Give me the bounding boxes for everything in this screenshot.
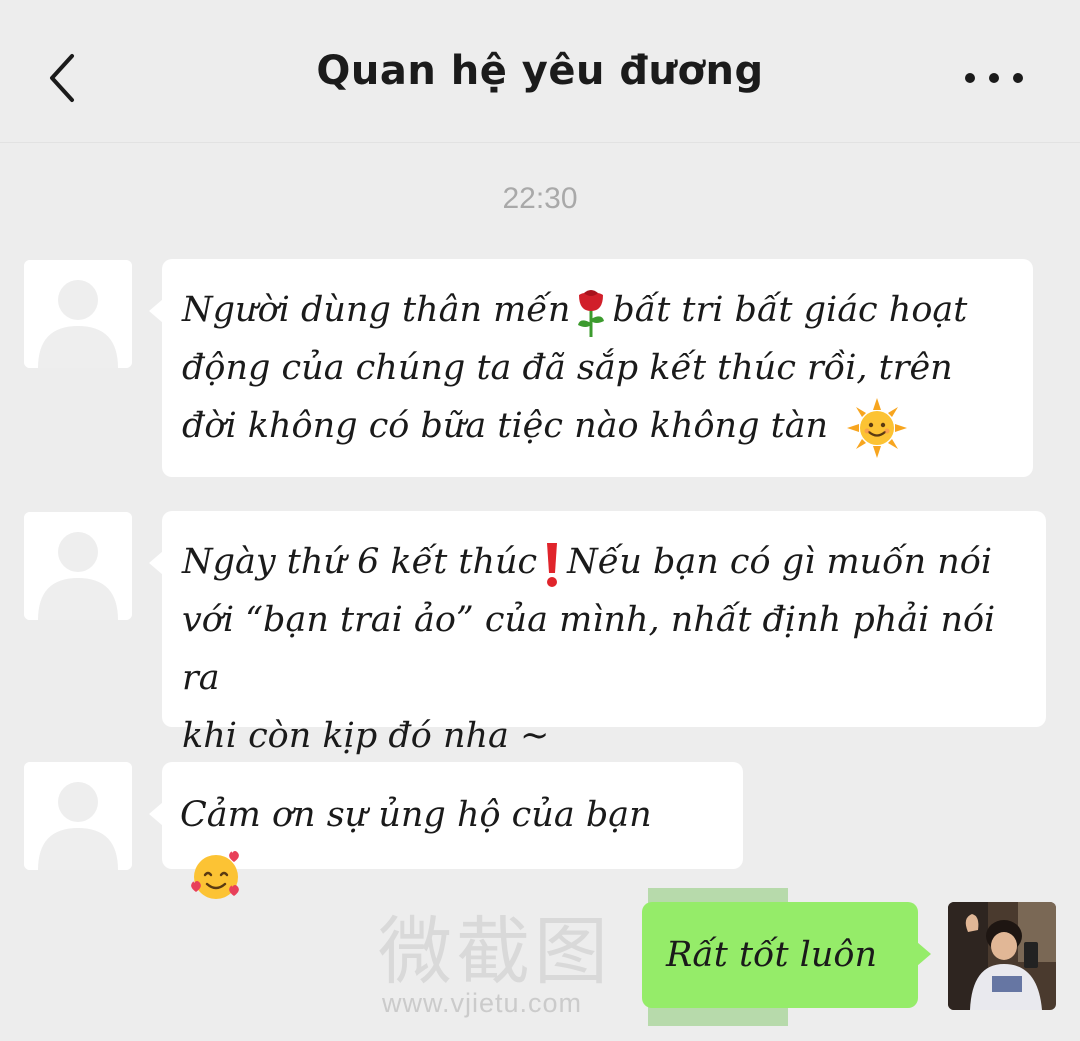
my-message-bubble[interactable]: Rất tốt luôn <box>642 902 931 1008</box>
watermark-text: 微截图 <box>378 909 612 995</box>
message-line: khi còn kịp đó nha ~ <box>182 716 550 756</box>
message-line: động của chúng ta đã sắp kết thúc rồi, t… <box>182 348 953 388</box>
contact-avatar[interactable] <box>24 260 132 368</box>
sun-face-emoji <box>847 397 908 458</box>
default-user-icon <box>24 512 132 620</box>
message-line: Ngày thứ 6 kết thúc Nếu bạn có gì muốn n… <box>182 533 1026 591</box>
contact-avatar[interactable] <box>24 512 132 620</box>
chat-header: Quan hệ yêu đương <box>0 0 1080 143</box>
more-horizontal-icon <box>965 73 1023 83</box>
message-timestamp: 22:30 <box>502 182 578 215</box>
message-line: đời không có bữa tiệc nào không tàn <box>182 397 1013 458</box>
message-bubble[interactable]: Cảm ơn sự ủng hộ của bạn <box>149 762 743 899</box>
exclamation-emoji <box>547 542 558 587</box>
message-line: Rất tốt luôn <box>666 935 878 975</box>
my-avatar[interactable] <box>948 902 1056 1010</box>
watermark-url: www.vjietu.com <box>382 988 583 1018</box>
default-user-icon <box>24 260 132 368</box>
message-line: với “bạn trai ảo” của mình, nhất định ph… <box>182 600 996 698</box>
chat-title: Quan hệ yêu đương <box>316 48 764 94</box>
contact-avatar[interactable] <box>24 762 132 870</box>
default-user-icon <box>24 762 132 870</box>
smiling-face-with-hearts-emoji <box>191 850 239 899</box>
message-line: Người dùng thân mến bất tri bất giác hoạ… <box>182 281 1013 339</box>
rose-emoji <box>578 289 605 337</box>
user-photo-avatar <box>948 902 1056 1010</box>
message-bubble[interactable]: Ngày thứ 6 kết thúc Nếu bạn có gì muốn n… <box>149 511 1046 756</box>
message-bubble[interactable]: Người dùng thân mến bất tri bất giác hoạ… <box>149 259 1033 477</box>
more-options-button[interactable] <box>958 60 1032 96</box>
